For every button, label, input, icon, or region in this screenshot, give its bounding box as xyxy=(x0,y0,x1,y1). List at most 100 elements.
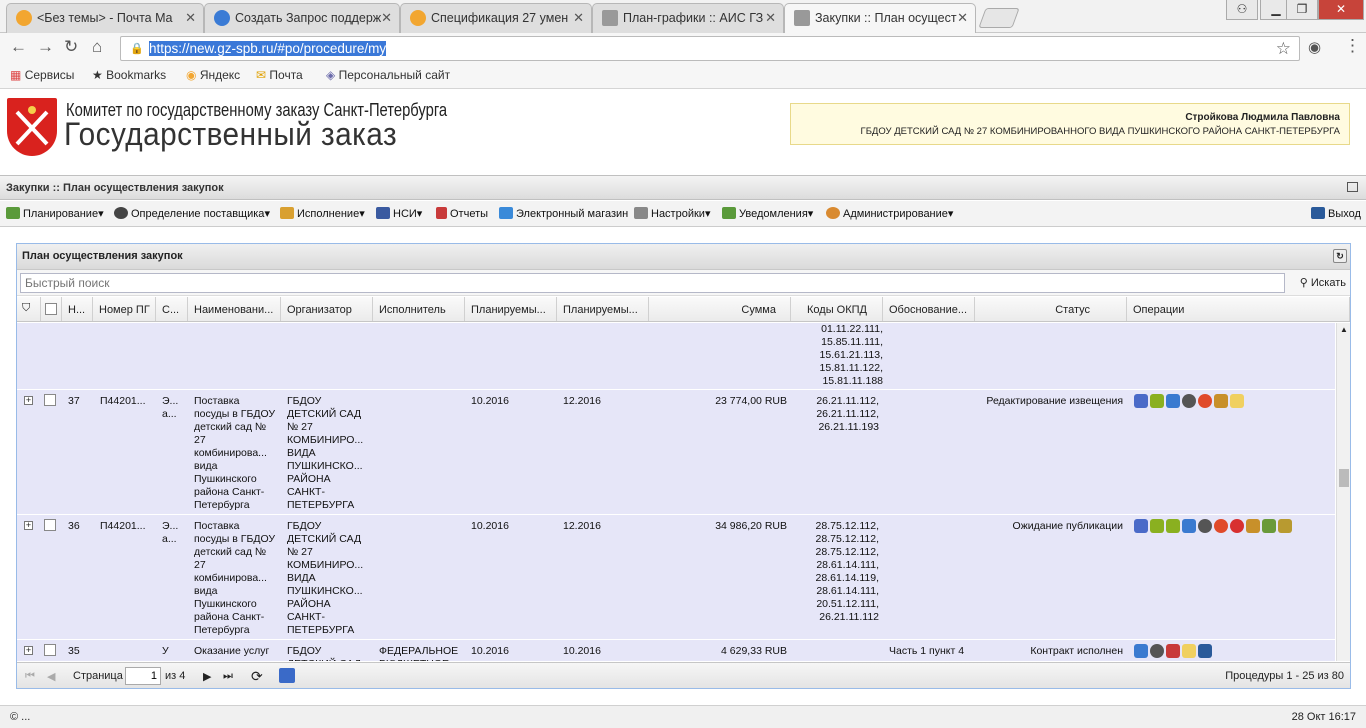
menu-eshop[interactable]: Электронный магазин xyxy=(499,207,628,220)
bookmark-folder[interactable]: ★ Bookmarks xyxy=(92,68,166,82)
menu-supplier[interactable]: Определение поставщика▾ xyxy=(114,207,270,220)
expand-row-icon[interactable]: + xyxy=(24,396,33,405)
profile-button[interactable]: ⚇ xyxy=(1226,0,1258,20)
edit-pencil-icon[interactable] xyxy=(1134,519,1148,533)
refresh-red-icon[interactable] xyxy=(1198,394,1212,408)
menu-dots-icon[interactable]: ⋮ xyxy=(1344,36,1361,56)
menu-nsi[interactable]: НСИ▾ xyxy=(376,207,422,220)
last-page-icon[interactable]: ⏭ xyxy=(223,670,233,683)
column-header[interactable]: Коды ОКПД xyxy=(791,297,883,321)
row-checkbox[interactable] xyxy=(44,519,56,531)
back-arrow-icon[interactable]: ← xyxy=(10,37,27,57)
menu-execution[interactable]: Исполнение▾ xyxy=(280,207,365,220)
refresh-red-icon[interactable] xyxy=(1214,519,1228,533)
close-icon[interactable]: ✕ xyxy=(185,4,196,32)
close-icon[interactable]: ✕ xyxy=(573,4,584,32)
column-header[interactable]: Н... xyxy=(62,297,93,321)
column-header[interactable]: Планируемы... xyxy=(465,297,557,321)
column-header[interactable]: Наименовани... xyxy=(188,297,281,321)
next-page-icon[interactable]: ▶ xyxy=(203,670,211,683)
exit-button[interactable]: Выход xyxy=(1311,207,1361,220)
window-close-button[interactable]: ✕ xyxy=(1318,0,1364,20)
gear-icon[interactable] xyxy=(1182,394,1196,408)
column-header[interactable]: Обоснование... xyxy=(883,297,975,321)
browser-tab-active[interactable]: Закупки :: План осущест ✕ xyxy=(784,3,976,34)
save-icon[interactable] xyxy=(279,668,295,683)
eagle-icon[interactable] xyxy=(1214,394,1228,408)
edit-pencil-icon[interactable] xyxy=(1134,394,1148,408)
first-page-icon[interactable]: ⏮ xyxy=(25,670,35,683)
eagle-icon[interactable] xyxy=(1246,519,1260,533)
page-number-input[interactable] xyxy=(125,667,161,685)
browser-tab[interactable]: Создать Запрос поддерж ✕ xyxy=(204,3,400,33)
menu-settings[interactable]: Настройки▾ xyxy=(634,207,710,220)
close-icon[interactable]: ✕ xyxy=(765,4,776,32)
quick-search-input[interactable] xyxy=(20,273,1285,293)
column-header[interactable]: Номер ПГ xyxy=(93,297,156,321)
collapse-icon[interactable] xyxy=(1347,182,1358,192)
extension-icon[interactable]: ◉ xyxy=(1308,38,1321,56)
select-all-checkbox[interactable] xyxy=(41,297,62,321)
row-checkbox[interactable] xyxy=(44,644,56,656)
columns-icon[interactable] xyxy=(1198,644,1212,658)
column-header[interactable]: Сумма xyxy=(649,297,791,321)
tag-icon[interactable] xyxy=(1150,394,1164,408)
sign-icon[interactable] xyxy=(1262,519,1276,533)
browser-tab[interactable]: Спецификация 27 умен ✕ xyxy=(400,3,592,33)
tag-icon[interactable] xyxy=(1150,519,1164,533)
table-row[interactable]: + 35 У Оказание услуг ГБДОУ ДЕТСКИЙ САД … xyxy=(17,640,1335,661)
search-button[interactable]: ⚲ Искать xyxy=(1300,276,1346,289)
maximize-button[interactable]: ❐ xyxy=(1286,0,1318,20)
bookmark-yandex[interactable]: ◉ Яндекс xyxy=(186,68,240,82)
gear-icon[interactable] xyxy=(1150,644,1164,658)
coins-icon[interactable] xyxy=(1230,394,1244,408)
table-row[interactable]: + 37 П44201... Э... а... Поставка посуды… xyxy=(17,390,1335,515)
new-tab-button[interactable] xyxy=(978,8,1020,28)
column-header[interactable]: Планируемы... xyxy=(557,297,649,321)
home-icon[interactable]: ⌂ xyxy=(92,37,102,57)
chart-icon[interactable] xyxy=(1166,394,1180,408)
close-icon[interactable]: ✕ xyxy=(381,4,392,32)
expand-row-icon[interactable]: + xyxy=(24,646,33,655)
menu-planning[interactable]: Планирование▾ xyxy=(6,207,104,220)
filter-clear-icon[interactable]: ⛉ xyxy=(17,297,41,321)
browser-tab[interactable]: <Без темы> - Почта Ma ✕ xyxy=(6,3,204,33)
column-header[interactable]: Исполнитель xyxy=(373,297,465,321)
refresh-icon[interactable]: ↻ xyxy=(1333,249,1347,263)
expand-row-icon[interactable]: + xyxy=(24,521,33,530)
stop-icon[interactable] xyxy=(1230,519,1244,533)
table-row[interactable]: + 36 П44201... Э... а... Поставка посуды… xyxy=(17,515,1335,640)
coins-icon[interactable] xyxy=(1182,644,1196,658)
bookmark-personal-site[interactable]: ◈ Персональный сайт xyxy=(326,68,450,82)
scrollbar-thumb[interactable] xyxy=(1339,469,1349,487)
scroll-icon[interactable] xyxy=(1278,519,1292,533)
table-row[interactable]: 01.11.22.111, 15.85.11.111, 15.61.21.113… xyxy=(17,323,1335,390)
prev-page-icon[interactable]: ◀ xyxy=(47,670,55,683)
chart-icon[interactable] xyxy=(1182,519,1196,533)
url-text[interactable]: https://new.gz-spb.ru/#po/procedure/my xyxy=(149,41,387,57)
menu-administration[interactable]: Администрирование▾ xyxy=(826,207,953,220)
reload-icon[interactable]: ↻ xyxy=(64,37,78,57)
bookmark-star-icon[interactable]: ☆ xyxy=(1276,39,1291,59)
browser-tab[interactable]: План-графики :: АИС ГЗ ✕ xyxy=(592,3,784,33)
forward-arrow-icon[interactable]: → xyxy=(37,37,54,57)
reload-icon[interactable]: ⟳ xyxy=(251,668,263,685)
address-bar[interactable]: 🔒 https://new.gz-spb.ru/#po/procedure/my… xyxy=(120,36,1300,61)
column-header[interactable]: Статус xyxy=(975,297,1127,321)
bookmark-mail[interactable]: ✉ Почта xyxy=(256,68,303,82)
menu-reports[interactable]: Отчеты xyxy=(436,207,488,220)
column-header[interactable]: Организатор xyxy=(281,297,373,321)
close-icon[interactable]: ✕ xyxy=(957,4,968,32)
site-icon: ◈ xyxy=(326,68,336,82)
scroll-up-icon[interactable]: ▲ xyxy=(1340,325,1348,334)
bookmark-apps[interactable]: ▦ Сервисы xyxy=(10,68,74,82)
tag-icon[interactable] xyxy=(1166,519,1180,533)
menu-notifications[interactable]: Уведомления▾ xyxy=(722,207,813,220)
column-header[interactable]: Операции xyxy=(1127,297,1350,321)
column-header[interactable]: С... xyxy=(156,297,188,321)
row-checkbox[interactable] xyxy=(44,394,56,406)
chart-icon[interactable] xyxy=(1134,644,1148,658)
gear-icon[interactable] xyxy=(1198,519,1212,533)
document-icon[interactable] xyxy=(1166,644,1180,658)
vertical-scrollbar[interactable]: ▲ xyxy=(1336,323,1350,661)
